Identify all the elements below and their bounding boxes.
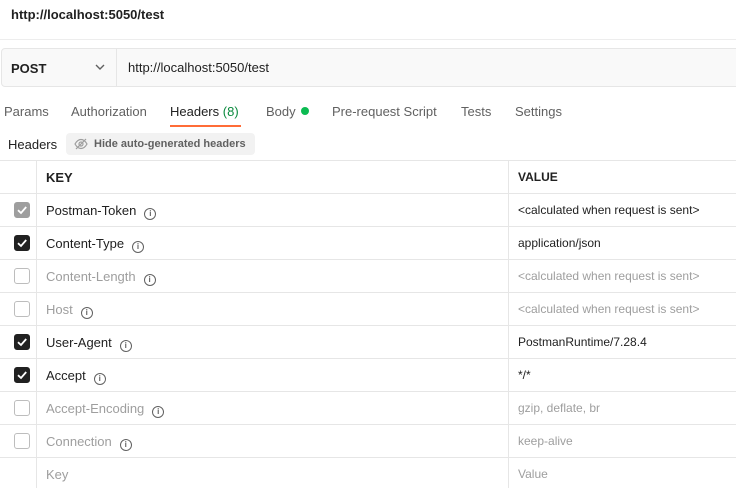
table-row: Content-Length i <calculated when request … <box>0 259 736 292</box>
header-value[interactable]: <calculated when request is sent> <box>518 269 699 283</box>
headers-section-label: Headers <box>8 137 58 152</box>
header-enabled-checkbox[interactable] <box>14 400 30 416</box>
table-header-row: KEY VALUE <box>0 160 736 193</box>
new-header-row: Key Value <box>0 457 736 488</box>
tab-settings[interactable]: Settings <box>515 104 562 119</box>
info-icon[interactable]: i <box>144 208 157 220</box>
table-row: Accept i */* <box>0 358 736 391</box>
method-label: POST <box>11 61 47 76</box>
tab-body[interactable]: Body <box>266 104 309 119</box>
hide-auto-generated-label: Hide auto-generated headers <box>94 138 246 150</box>
eye-off-icon <box>74 138 88 150</box>
table-row: Postman-Token i <calculated when request i… <box>0 193 736 226</box>
header-key[interactable]: Host <box>46 302 73 317</box>
header-value[interactable]: */* <box>518 368 531 382</box>
header-key[interactable]: Accept-Encoding <box>46 401 144 416</box>
header-key[interactable]: User-Agent <box>46 335 112 350</box>
tab-headers[interactable]: Headers (8) <box>170 104 239 119</box>
table-row: Host i <calculated when request is sent> <box>0 292 736 325</box>
divider <box>0 39 736 40</box>
table-row: Connection i keep-alive <box>0 424 736 457</box>
header-value[interactable]: PostmanRuntime/7.28.4 <box>518 335 647 349</box>
header-value[interactable]: <calculated when request is sent> <box>518 203 699 217</box>
header-enabled-checkbox[interactable] <box>14 301 30 317</box>
tab-headers-label: Headers <box>170 104 220 119</box>
header-value[interactable]: <calculated when request is sent> <box>518 302 699 316</box>
info-icon[interactable]: i <box>152 406 165 418</box>
body-status-dot <box>300 107 309 115</box>
method-select[interactable]: POST <box>2 49 117 86</box>
header-key[interactable]: Content-Length <box>46 269 136 284</box>
table-row: Accept-Encoding i gzip, deflate, br <box>0 391 736 424</box>
header-value[interactable]: keep-alive <box>518 434 573 448</box>
info-icon[interactable]: i <box>143 274 156 286</box>
tab-params[interactable]: Params <box>4 104 49 119</box>
header-key[interactable]: Accept <box>46 368 86 383</box>
info-icon[interactable]: i <box>119 439 132 451</box>
chevron-down-icon <box>95 64 105 70</box>
column-header-key: KEY <box>46 170 73 185</box>
info-icon[interactable]: i <box>93 373 106 385</box>
new-value-input[interactable]: Value <box>518 467 548 481</box>
table-row: Content-Type i application/json <box>0 226 736 259</box>
tab-body-label: Body <box>266 104 296 119</box>
headers-count: (8) <box>222 104 239 119</box>
header-key[interactable]: Connection <box>46 434 112 449</box>
header-enabled-checkbox[interactable] <box>14 268 30 284</box>
tab-authorization[interactable]: Authorization <box>71 104 147 119</box>
info-icon[interactable]: i <box>80 307 93 319</box>
url-input[interactable]: http://localhost:5050/test <box>128 60 269 75</box>
header-enabled-checkbox[interactable] <box>14 202 30 218</box>
active-tab-indicator <box>170 125 241 127</box>
column-header-value: VALUE <box>518 170 558 184</box>
header-enabled-checkbox[interactable] <box>14 334 30 350</box>
header-value[interactable]: gzip, deflate, br <box>518 401 600 415</box>
header-enabled-checkbox[interactable] <box>14 433 30 449</box>
info-icon[interactable]: i <box>119 340 132 352</box>
tab-pre-request-script[interactable]: Pre-request Script <box>332 104 437 119</box>
request-bar: POST http://localhost:5050/test <box>1 48 736 87</box>
header-value[interactable]: application/json <box>518 236 601 250</box>
header-enabled-checkbox[interactable] <box>14 235 30 251</box>
tab-tests[interactable]: Tests <box>461 104 491 119</box>
header-key[interactable]: Postman-Token <box>46 203 136 218</box>
table-row: User-Agent i PostmanRuntime/7.28.4 <box>0 325 736 358</box>
hide-auto-generated-button[interactable]: Hide auto-generated headers <box>66 133 255 155</box>
header-enabled-checkbox[interactable] <box>14 367 30 383</box>
window-title: http://localhost:5050/test <box>11 7 165 22</box>
info-icon[interactable]: i <box>132 241 145 253</box>
header-key[interactable]: Content-Type <box>46 236 124 251</box>
new-key-input[interactable]: Key <box>46 467 68 482</box>
